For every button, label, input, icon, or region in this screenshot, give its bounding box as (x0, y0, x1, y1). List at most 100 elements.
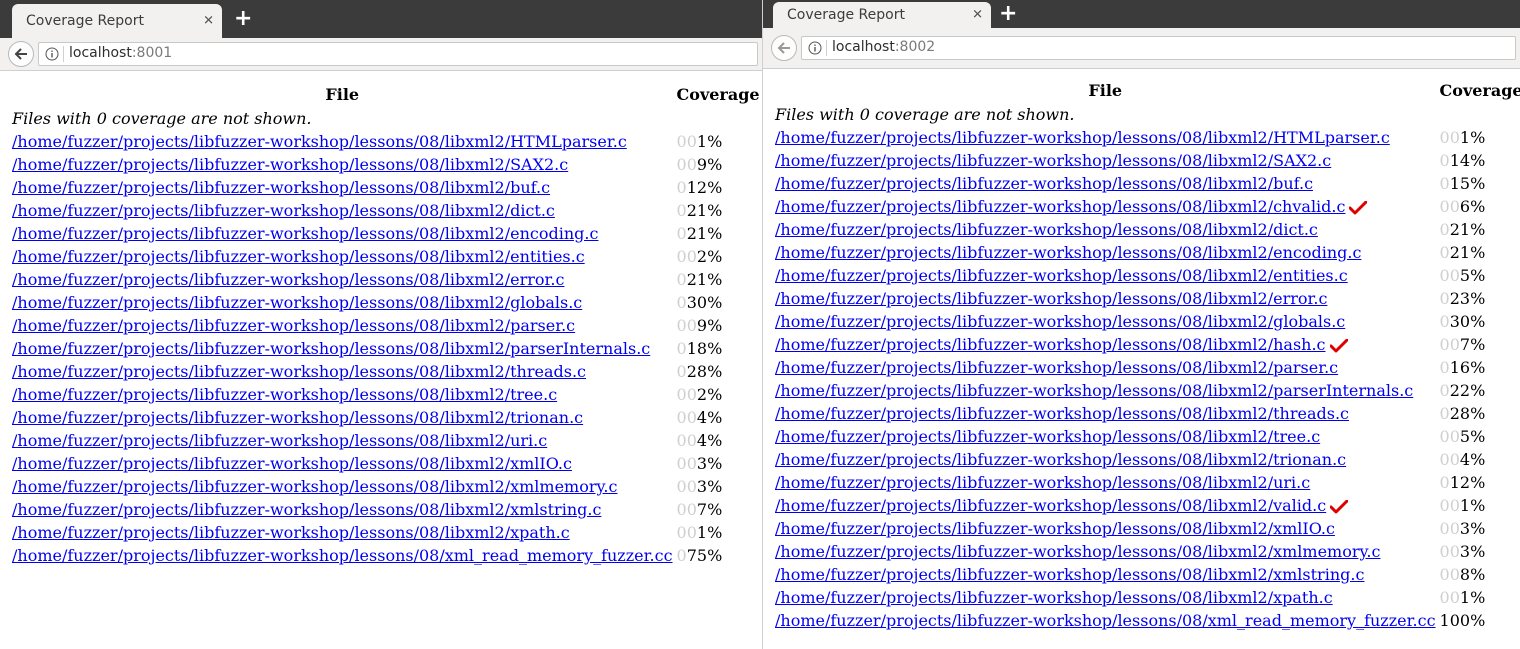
file-link[interactable]: /home/fuzzer/projects/libfuzzer-workshop… (12, 546, 673, 565)
table-row: /home/fuzzer/projects/libfuzzer-workshop… (10, 429, 762, 452)
file-link[interactable]: /home/fuzzer/projects/libfuzzer-workshop… (775, 151, 1331, 170)
coverage-percent: 3% (1459, 519, 1486, 538)
file-link[interactable]: /home/fuzzer/projects/libfuzzer-workshop… (12, 454, 572, 473)
file-link[interactable]: /home/fuzzer/projects/libfuzzer-workshop… (775, 220, 1318, 239)
file-cell: /home/fuzzer/projects/libfuzzer-workshop… (10, 176, 675, 199)
file-link[interactable]: /home/fuzzer/projects/libfuzzer-workshop… (775, 381, 1413, 400)
file-link[interactable]: /home/fuzzer/projects/libfuzzer-workshop… (775, 404, 1349, 423)
page-content: File Coverage Files with 0 coverage are … (0, 71, 762, 649)
file-link[interactable]: /home/fuzzer/projects/libfuzzer-workshop… (775, 450, 1346, 469)
file-link[interactable]: /home/fuzzer/projects/libfuzzer-workshop… (775, 588, 1333, 607)
table-row: /home/fuzzer/projects/libfuzzer-workshop… (773, 287, 1520, 310)
browser-tab[interactable]: Coverage Report ✕ (12, 4, 222, 38)
file-link[interactable]: /home/fuzzer/projects/libfuzzer-workshop… (775, 565, 1364, 584)
coverage-cell: 021% (1438, 218, 1520, 241)
file-link[interactable]: /home/fuzzer/projects/libfuzzer-workshop… (775, 496, 1326, 515)
file-link[interactable]: /home/fuzzer/projects/libfuzzer-workshop… (775, 358, 1338, 377)
file-link[interactable]: /home/fuzzer/projects/libfuzzer-workshop… (775, 611, 1436, 630)
file-link[interactable]: /home/fuzzer/projects/libfuzzer-workshop… (12, 523, 570, 542)
file-link[interactable]: /home/fuzzer/projects/libfuzzer-workshop… (775, 174, 1313, 193)
coverage-padding: 0 (1439, 151, 1450, 170)
file-link[interactable]: /home/fuzzer/projects/libfuzzer-workshop… (12, 316, 575, 335)
file-link[interactable]: /home/fuzzer/projects/libfuzzer-workshop… (775, 197, 1345, 216)
file-link[interactable]: /home/fuzzer/projects/libfuzzer-workshop… (775, 289, 1327, 308)
url-text: localhost:8001 (69, 45, 172, 61)
coverage-percent: 2% (696, 247, 723, 266)
table-row: /home/fuzzer/projects/libfuzzer-workshop… (10, 222, 762, 245)
table-row: /home/fuzzer/projects/libfuzzer-workshop… (773, 586, 1520, 609)
info-icon[interactable] (808, 41, 822, 55)
file-link[interactable]: /home/fuzzer/projects/libfuzzer-workshop… (12, 477, 617, 496)
tab-bar: Coverage Report ✕ + (0, 0, 762, 38)
coverage-cell: 007% (1438, 333, 1520, 356)
coverage-cell: 021% (675, 268, 762, 291)
coverage-percent: 15% (1449, 174, 1486, 193)
file-cell: /home/fuzzer/projects/libfuzzer-workshop… (10, 429, 675, 452)
url-port: :8002 (894, 39, 936, 55)
file-link[interactable]: /home/fuzzer/projects/libfuzzer-workshop… (12, 178, 550, 197)
file-link[interactable]: /home/fuzzer/projects/libfuzzer-workshop… (12, 270, 564, 289)
file-cell: /home/fuzzer/projects/libfuzzer-workshop… (10, 475, 675, 498)
new-tab-icon[interactable]: + (999, 3, 1017, 25)
table-row: /home/fuzzer/projects/libfuzzer-workshop… (10, 406, 762, 429)
coverage-padding: 00 (1439, 128, 1460, 147)
file-link[interactable]: /home/fuzzer/projects/libfuzzer-workshop… (12, 500, 601, 519)
file-link[interactable]: /home/fuzzer/projects/libfuzzer-workshop… (12, 339, 650, 358)
file-cell: /home/fuzzer/projects/libfuzzer-workshop… (773, 310, 1438, 333)
file-link[interactable]: /home/fuzzer/projects/libfuzzer-workshop… (12, 155, 568, 174)
coverage-padding: 00 (676, 247, 697, 266)
file-cell: /home/fuzzer/projects/libfuzzer-workshop… (773, 126, 1438, 149)
coverage-note: Files with 0 coverage are not shown. (775, 105, 1075, 124)
new-tab-icon[interactable]: + (234, 8, 252, 30)
coverage-table: File Coverage Files with 0 coverage are … (10, 81, 762, 567)
file-link[interactable]: /home/fuzzer/projects/libfuzzer-workshop… (775, 542, 1380, 561)
file-link[interactable]: /home/fuzzer/projects/libfuzzer-workshop… (775, 427, 1320, 446)
table-row: /home/fuzzer/projects/libfuzzer-workshop… (773, 563, 1520, 586)
file-link[interactable]: /home/fuzzer/projects/libfuzzer-workshop… (775, 335, 1326, 354)
back-button[interactable] (8, 41, 34, 67)
file-link[interactable]: /home/fuzzer/projects/libfuzzer-workshop… (12, 132, 627, 151)
address-bar[interactable]: localhost:8002 (801, 36, 1516, 60)
file-link[interactable]: /home/fuzzer/projects/libfuzzer-workshop… (775, 243, 1361, 262)
close-icon[interactable]: ✕ (203, 14, 214, 29)
close-icon[interactable]: ✕ (972, 8, 983, 23)
coverage-padding: 0 (676, 270, 687, 289)
file-link[interactable]: /home/fuzzer/projects/libfuzzer-workshop… (12, 293, 582, 312)
coverage-padding: 0 (676, 201, 687, 220)
coverage-cell: 012% (1438, 471, 1520, 494)
coverage-percent: 1% (1459, 588, 1486, 607)
info-icon[interactable] (45, 47, 59, 61)
coverage-padding: 0 (1439, 312, 1450, 331)
file-link[interactable]: /home/fuzzer/projects/libfuzzer-workshop… (12, 385, 557, 404)
coverage-padding: 0 (676, 362, 687, 381)
nav-bar: localhost:8001 (0, 38, 762, 71)
file-link[interactable]: /home/fuzzer/projects/libfuzzer-workshop… (12, 247, 585, 266)
address-bar[interactable]: localhost:8001 (38, 42, 758, 66)
coverage-padding: 00 (676, 132, 697, 151)
browser-tab[interactable]: Coverage Report ✕ (773, 2, 991, 28)
file-link[interactable]: /home/fuzzer/projects/libfuzzer-workshop… (12, 201, 555, 220)
coverage-percent: 5% (1459, 266, 1486, 285)
coverage-note: Files with 0 coverage are not shown. (12, 109, 312, 128)
coverage-cell: 005% (1438, 264, 1520, 287)
file-link[interactable]: /home/fuzzer/projects/libfuzzer-workshop… (12, 431, 547, 450)
file-cell: /home/fuzzer/projects/libfuzzer-workshop… (10, 406, 675, 429)
file-link[interactable]: /home/fuzzer/projects/libfuzzer-workshop… (12, 362, 586, 381)
arrow-left-icon (777, 42, 790, 54)
file-link[interactable]: /home/fuzzer/projects/libfuzzer-workshop… (775, 128, 1390, 147)
column-header-coverage: Coverage (1439, 80, 1520, 100)
coverage-cell: 004% (675, 429, 762, 452)
coverage-cell: 002% (675, 245, 762, 268)
page-content: File Coverage Files with 0 coverage are … (763, 69, 1520, 649)
coverage-padding: 00 (676, 523, 697, 542)
coverage-cell: 021% (675, 222, 762, 245)
file-link[interactable]: /home/fuzzer/projects/libfuzzer-workshop… (775, 266, 1348, 285)
file-link[interactable]: /home/fuzzer/projects/libfuzzer-workshop… (12, 224, 598, 243)
file-link[interactable]: /home/fuzzer/projects/libfuzzer-workshop… (775, 312, 1345, 331)
coverage-cell: 009% (675, 314, 762, 337)
file-link[interactable]: /home/fuzzer/projects/libfuzzer-workshop… (775, 519, 1335, 538)
file-link[interactable]: /home/fuzzer/projects/libfuzzer-workshop… (12, 408, 583, 427)
file-link[interactable]: /home/fuzzer/projects/libfuzzer-workshop… (775, 473, 1310, 492)
coverage-percent: 23% (1449, 289, 1486, 308)
back-button[interactable] (771, 35, 797, 61)
